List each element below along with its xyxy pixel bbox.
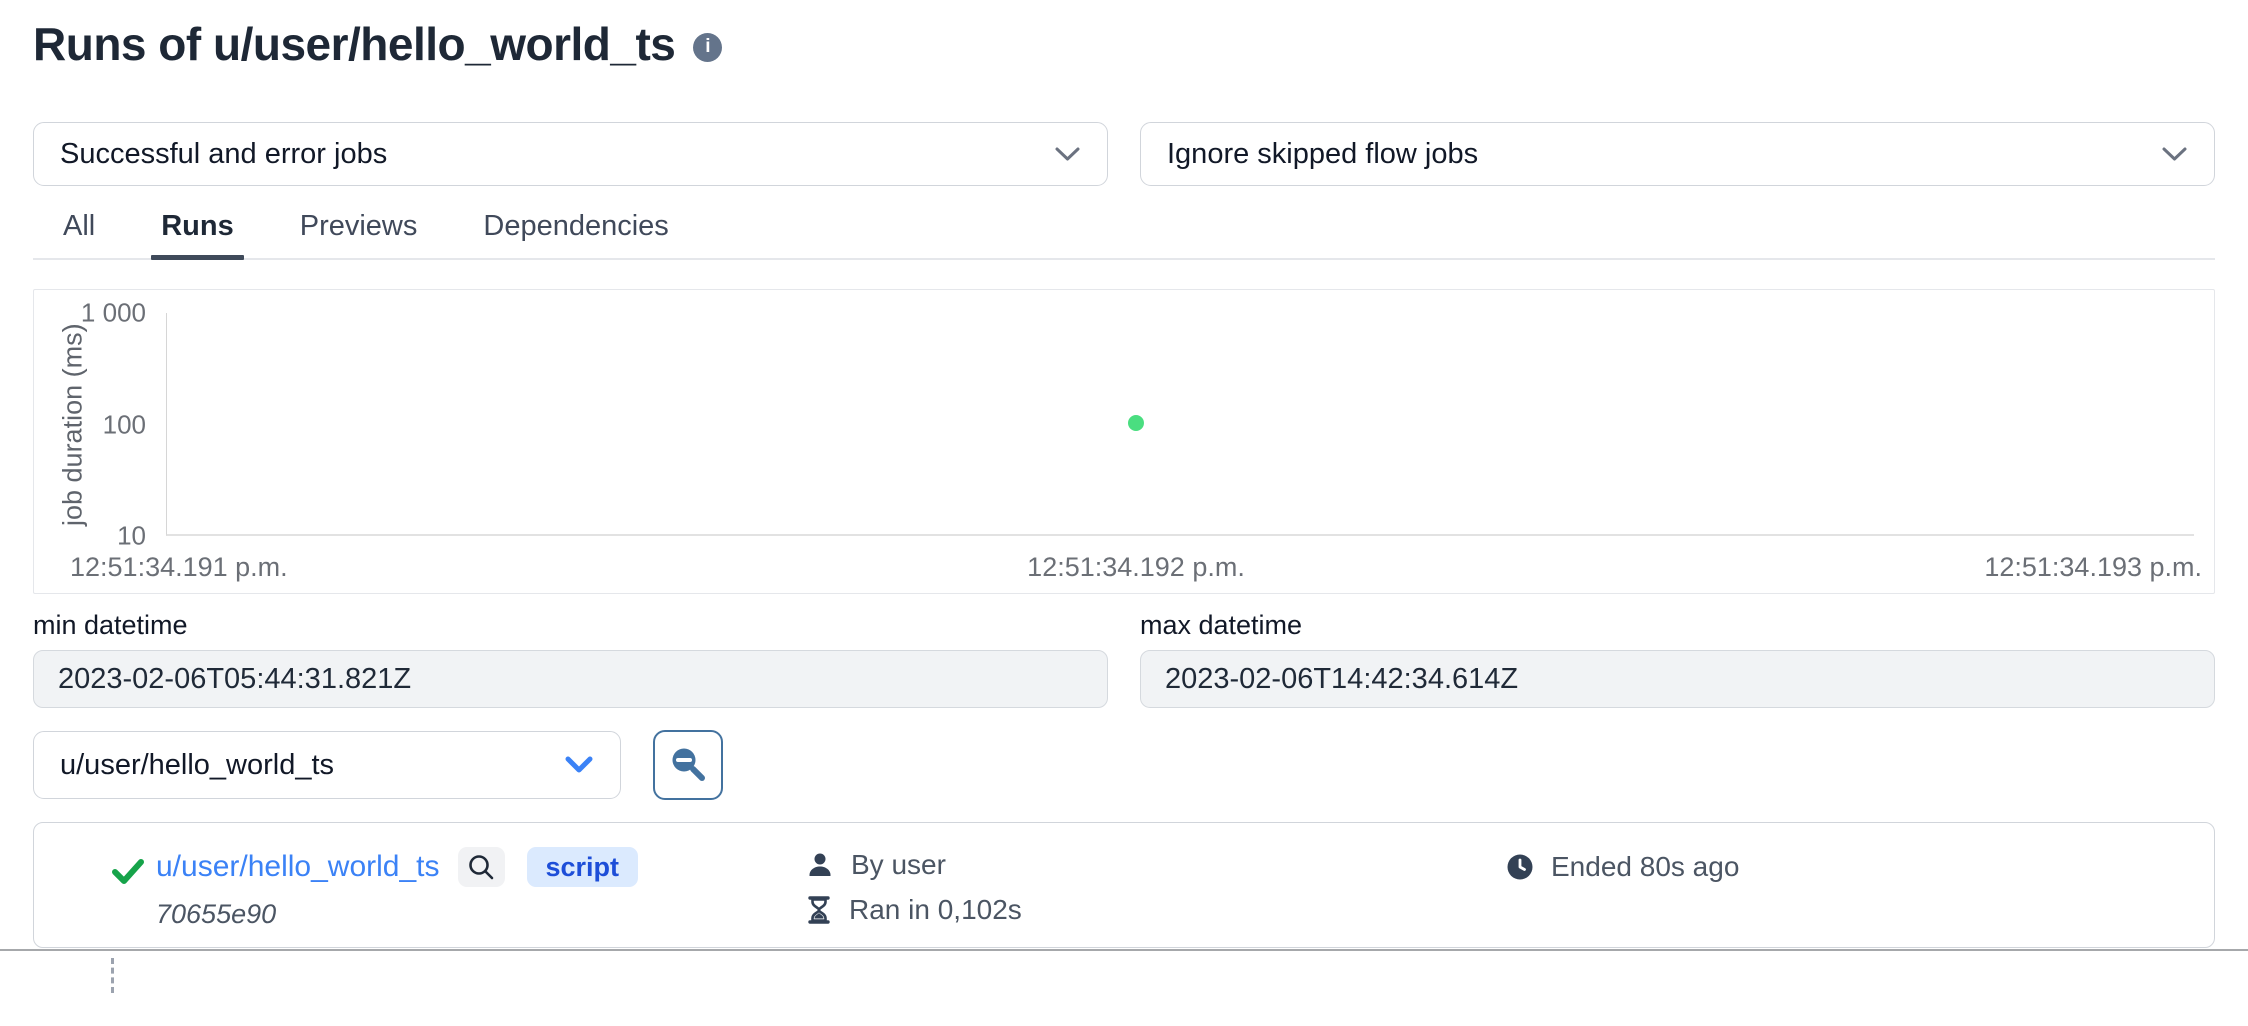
chevron-down-icon bbox=[564, 755, 594, 775]
filter-row: Successful and error jobs Ignore skipped… bbox=[33, 122, 2215, 186]
magnifier-icon bbox=[467, 853, 495, 881]
job-status-filter-value: Successful and error jobs bbox=[60, 138, 387, 171]
run-kind-badge: script bbox=[527, 847, 639, 887]
info-icon[interactable]: i bbox=[693, 33, 722, 62]
run-id: 70655e90 bbox=[156, 899, 638, 930]
chevron-down-icon bbox=[1054, 146, 1081, 163]
min-datetime-field: min datetime bbox=[33, 610, 1108, 708]
x-axis-ticks: 12:51:34.191 p.m. 12:51:34.192 p.m. 12:5… bbox=[70, 546, 2202, 588]
run-ended-text: Ended 80s ago bbox=[1551, 851, 1739, 883]
run-path-link[interactable]: u/user/hello_world_ts bbox=[156, 850, 440, 884]
y-axis-ticks: 1 000 100 10 bbox=[34, 313, 146, 536]
max-datetime-input[interactable] bbox=[1140, 650, 2215, 708]
run-by-text: By user bbox=[851, 849, 946, 881]
chevron-down-icon bbox=[2161, 146, 2188, 163]
min-datetime-label: min datetime bbox=[33, 610, 1108, 641]
tab-all[interactable]: All bbox=[59, 210, 99, 258]
y-tick: 1 000 bbox=[81, 298, 146, 329]
path-filter-row: u/user/hello_world_ts bbox=[33, 730, 2215, 800]
run-list-item[interactable]: u/user/hello_world_ts script 70655e90 By… bbox=[33, 822, 2215, 948]
run-duration-text: Ran in 0,102s bbox=[849, 894, 1022, 926]
search-button[interactable] bbox=[653, 730, 723, 800]
script-path-value: u/user/hello_world_ts bbox=[60, 749, 334, 782]
clock-icon bbox=[1506, 853, 1534, 881]
tab-previews[interactable]: Previews bbox=[296, 210, 422, 258]
x-tick: 12:51:34.193 p.m. bbox=[1491, 552, 2202, 583]
page-title: Runs of u/user/hello_world_ts bbox=[33, 17, 675, 71]
max-datetime-field: max datetime bbox=[1140, 610, 2215, 708]
user-icon bbox=[806, 851, 834, 879]
list-bottom-divider bbox=[0, 949, 2248, 951]
tab-bar: All Runs Previews Dependencies bbox=[33, 210, 2215, 260]
run-preview-button[interactable] bbox=[458, 847, 505, 887]
run-main-info: u/user/hello_world_ts script 70655e90 bbox=[156, 847, 638, 930]
tab-dependencies[interactable]: Dependencies bbox=[479, 210, 672, 258]
timeline-now-marker bbox=[111, 958, 114, 993]
run-ended: Ended 80s ago bbox=[1506, 851, 1739, 883]
runs-duration-chart[interactable]: job duration (ms) 1 000 100 10 12:51:34.… bbox=[33, 289, 2215, 594]
max-datetime-label: max datetime bbox=[1140, 610, 2215, 641]
y-tick: 100 bbox=[103, 409, 146, 440]
hourglass-icon bbox=[806, 895, 832, 925]
page-header: Runs of u/user/hello_world_ts i bbox=[33, 16, 2215, 72]
search-minus-icon bbox=[668, 745, 708, 785]
chart-plot-area bbox=[166, 313, 2194, 536]
skipped-flows-filter-select[interactable]: Ignore skipped flow jobs bbox=[1140, 122, 2215, 186]
job-status-filter-select[interactable]: Successful and error jobs bbox=[33, 122, 1108, 186]
success-check-icon bbox=[112, 859, 144, 890]
run-meta: By user Ran in 0,102s bbox=[806, 849, 1022, 926]
run-data-point[interactable] bbox=[1128, 415, 1144, 431]
min-datetime-input[interactable] bbox=[33, 650, 1108, 708]
script-path-select[interactable]: u/user/hello_world_ts bbox=[33, 731, 621, 799]
skipped-flows-filter-value: Ignore skipped flow jobs bbox=[1167, 138, 1478, 171]
datetime-row: min datetime max datetime bbox=[33, 610, 2215, 708]
runs-page: Runs of u/user/hello_world_ts i Successf… bbox=[0, 0, 2248, 993]
tab-runs[interactable]: Runs bbox=[157, 210, 238, 258]
x-tick: 12:51:34.192 p.m. bbox=[781, 552, 1492, 583]
x-tick: 12:51:34.191 p.m. bbox=[70, 552, 781, 583]
